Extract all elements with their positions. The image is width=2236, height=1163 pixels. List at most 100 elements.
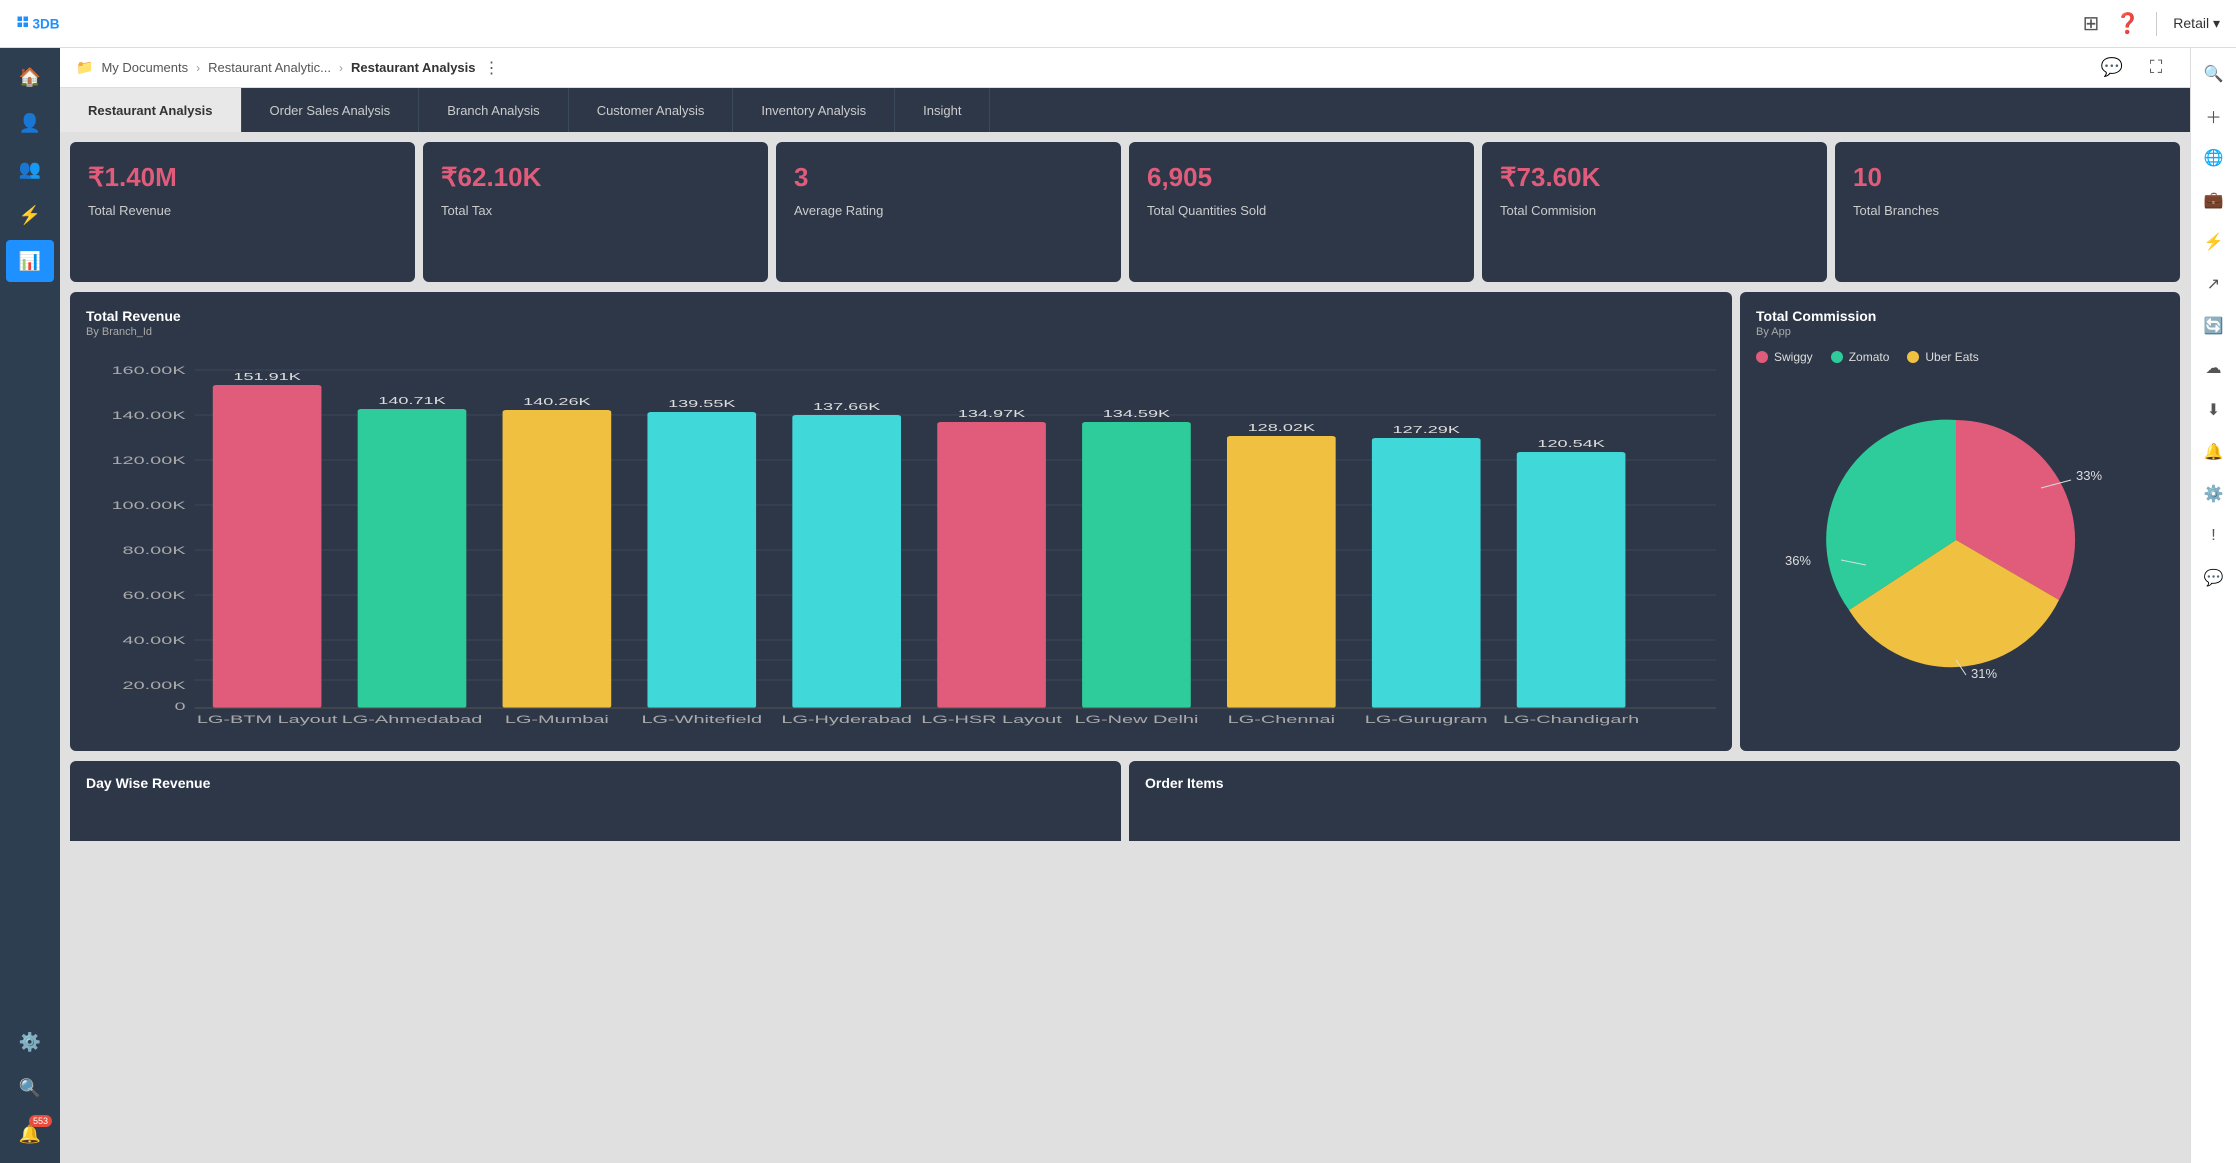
folder-icon: 📁 <box>76 59 93 76</box>
kpi-label-revenue: Total Revenue <box>88 203 397 218</box>
logo: 3DB <box>16 8 76 40</box>
bell-icon[interactable]: 🔔 <box>2196 434 2232 470</box>
svg-text:139.55K: 139.55K <box>668 399 736 410</box>
svg-text:160.00K: 160.00K <box>111 364 186 376</box>
svg-text:3DB: 3DB <box>33 16 60 31</box>
charts-row: Total Revenue By Branch_Id 160.00K 140.0… <box>60 292 2190 761</box>
svg-text:151.91K: 151.91K <box>233 372 301 383</box>
kpi-value-rating: 3 <box>794 162 1103 193</box>
svg-text:LG-HSR Layout: LG-HSR Layout <box>921 713 1062 725</box>
svg-text:128.02K: 128.02K <box>1248 423 1316 434</box>
svg-text:LG-Chennai: LG-Chennai <box>1228 713 1335 725</box>
bottom-title-daywise: Day Wise Revenue <box>86 775 1105 791</box>
svg-text:120.00K: 120.00K <box>111 454 186 466</box>
svg-text:127.29K: 127.29K <box>1393 425 1461 436</box>
tab-inventory[interactable]: Inventory Analysis <box>733 88 895 132</box>
kpi-value-quantities: 6,905 <box>1147 162 1456 193</box>
svg-text:134.97K: 134.97K <box>958 409 1026 420</box>
notification-badge: 553 <box>29 1115 52 1127</box>
kpi-label-commission: Total Commision <box>1500 203 1809 218</box>
svg-text:40.00K: 40.00K <box>123 634 186 646</box>
svg-text:100.00K: 100.00K <box>111 499 186 511</box>
svg-text:137.66K: 137.66K <box>813 402 881 413</box>
kpi-card-revenue: ₹1.40M Total Revenue <box>70 142 415 282</box>
sidebar-item-search[interactable]: 🔍 <box>6 1067 54 1109</box>
tab-branch[interactable]: Branch Analysis <box>419 88 569 132</box>
breadcrumb-item-1[interactable]: My Documents <box>101 60 188 75</box>
breadcrumb-item-2[interactable]: Restaurant Analytic... <box>208 60 331 75</box>
add-icon[interactable]: ＋ <box>2196 98 2232 134</box>
sidebar-item-users[interactable]: 👥 <box>6 148 54 190</box>
chat-icon[interactable]: 💬 <box>2196 560 2232 596</box>
top-nav-right: ⊞ ❓ Retail ▾ <box>2083 11 2220 36</box>
search-icon[interactable]: 🔍 <box>2196 56 2232 92</box>
svg-text:134.59K: 134.59K <box>1103 409 1171 420</box>
breadcrumb-sep-2: › <box>339 61 343 75</box>
briefcase-icon[interactable]: 💼 <box>2196 182 2232 218</box>
legend-label-ubereats: Uber Eats <box>1925 350 1978 364</box>
legend-dot-ubereats <box>1907 351 1919 363</box>
pie-chart-title: Total Commission <box>1756 308 2164 324</box>
kpi-label-tax: Total Tax <box>441 203 750 218</box>
tab-restaurant[interactable]: Restaurant Analysis <box>60 88 242 132</box>
kpi-value-commission: ₹73.60K <box>1500 162 1809 193</box>
bar-chart-title: Total Revenue <box>86 308 1716 324</box>
bottom-card-orderitems: Order Items <box>1129 761 2180 841</box>
breadcrumb-more[interactable]: ⋮ <box>484 58 500 78</box>
kpi-row: ₹1.40M Total Revenue ₹62.10K Total Tax 3… <box>60 132 2190 292</box>
download-icon[interactable]: ⬇ <box>2196 392 2232 428</box>
bottom-card-daywise: Day Wise Revenue <box>70 761 1121 841</box>
sidebar-item-home[interactable]: 🏠 <box>6 56 54 98</box>
filter-icon[interactable]: ⚡ <box>2196 224 2232 260</box>
sidebar-item-settings[interactable]: ⚙️ <box>6 1021 54 1063</box>
settings-icon[interactable]: ⚙️ <box>2196 476 2232 512</box>
share-icon[interactable]: ↗ <box>2196 266 2232 302</box>
chat-header-icon[interactable]: 💬 <box>2094 50 2130 86</box>
breadcrumb-item-3[interactable]: Restaurant Analysis <box>351 60 476 75</box>
legend-swiggy: Swiggy <box>1756 350 1813 364</box>
tab-customer[interactable]: Customer Analysis <box>569 88 734 132</box>
sidebar-item-user[interactable]: 👤 <box>6 102 54 144</box>
sidebar-item-data[interactable]: ⚡ <box>6 194 54 236</box>
bar-chart-subtitle: By Branch_Id <box>86 326 1716 338</box>
refresh-icon[interactable]: 🔄 <box>2196 308 2232 344</box>
legend-label-zomato: Zomato <box>1849 350 1890 364</box>
kpi-card-tax: ₹62.10K Total Tax <box>423 142 768 282</box>
sidebar-item-dashboard[interactable]: 📊 <box>6 240 54 282</box>
grid-icon[interactable]: ⊞ <box>2083 11 2100 36</box>
svg-text:20.00K: 20.00K <box>123 679 186 691</box>
breadcrumb: 📁 My Documents › Restaurant Analytic... … <box>60 48 2190 88</box>
tab-insight[interactable]: Insight <box>895 88 990 132</box>
pie-legend: Swiggy Zomato Uber Eats <box>1756 350 2164 364</box>
svg-text:LG-Ahmedabad: LG-Ahmedabad <box>342 713 483 725</box>
sidebar-item-notifications[interactable]: 🔔 553 <box>6 1113 54 1155</box>
kpi-card-commission: ₹73.60K Total Commision <box>1482 142 1827 282</box>
expand-icon[interactable]: ⛶ <box>2138 50 2174 86</box>
svg-text:140.26K: 140.26K <box>523 397 591 408</box>
legend-ubereats: Uber Eats <box>1907 350 1978 364</box>
nav-divider <box>2156 12 2157 36</box>
svg-text:LG-Mumbai: LG-Mumbai <box>505 713 609 725</box>
svg-text:LG-BTM Layout: LG-BTM Layout <box>197 713 338 725</box>
kpi-label-quantities: Total Quantities Sold <box>1147 203 1456 218</box>
svg-text:140.00K: 140.00K <box>111 409 186 421</box>
pie-chart-subtitle: By App <box>1756 326 2164 338</box>
retail-dropdown[interactable]: Retail ▾ <box>2173 15 2220 32</box>
kpi-value-branches: 10 <box>1853 162 2162 193</box>
svg-text:0: 0 <box>175 700 186 712</box>
svg-text:LG-New Delhi: LG-New Delhi <box>1074 713 1198 725</box>
bar-chart-svg: 160.00K 140.00K 120.00K 100.00K 80.00K 6… <box>86 350 1716 730</box>
tab-order-sales[interactable]: Order Sales Analysis <box>242 88 420 132</box>
cloud-download-icon[interactable]: ☁ <box>2196 350 2232 386</box>
legend-dot-zomato <box>1831 351 1843 363</box>
globe-icon[interactable]: 🌐 <box>2196 140 2232 176</box>
kpi-value-tax: ₹62.10K <box>441 162 750 193</box>
help-icon[interactable]: ❓ <box>2115 11 2140 36</box>
svg-text:LG-Chandigarh: LG-Chandigarh <box>1503 713 1639 725</box>
kpi-label-rating: Average Rating <box>794 203 1103 218</box>
svg-text:33%: 33% <box>2076 468 2102 483</box>
kpi-card-branches: 10 Total Branches <box>1835 142 2180 282</box>
kpi-card-quantities: 6,905 Total Quantities Sold <box>1129 142 1474 282</box>
svg-text:LG-Gurugram: LG-Gurugram <box>1365 713 1488 725</box>
alert-icon[interactable]: ! <box>2196 518 2232 554</box>
